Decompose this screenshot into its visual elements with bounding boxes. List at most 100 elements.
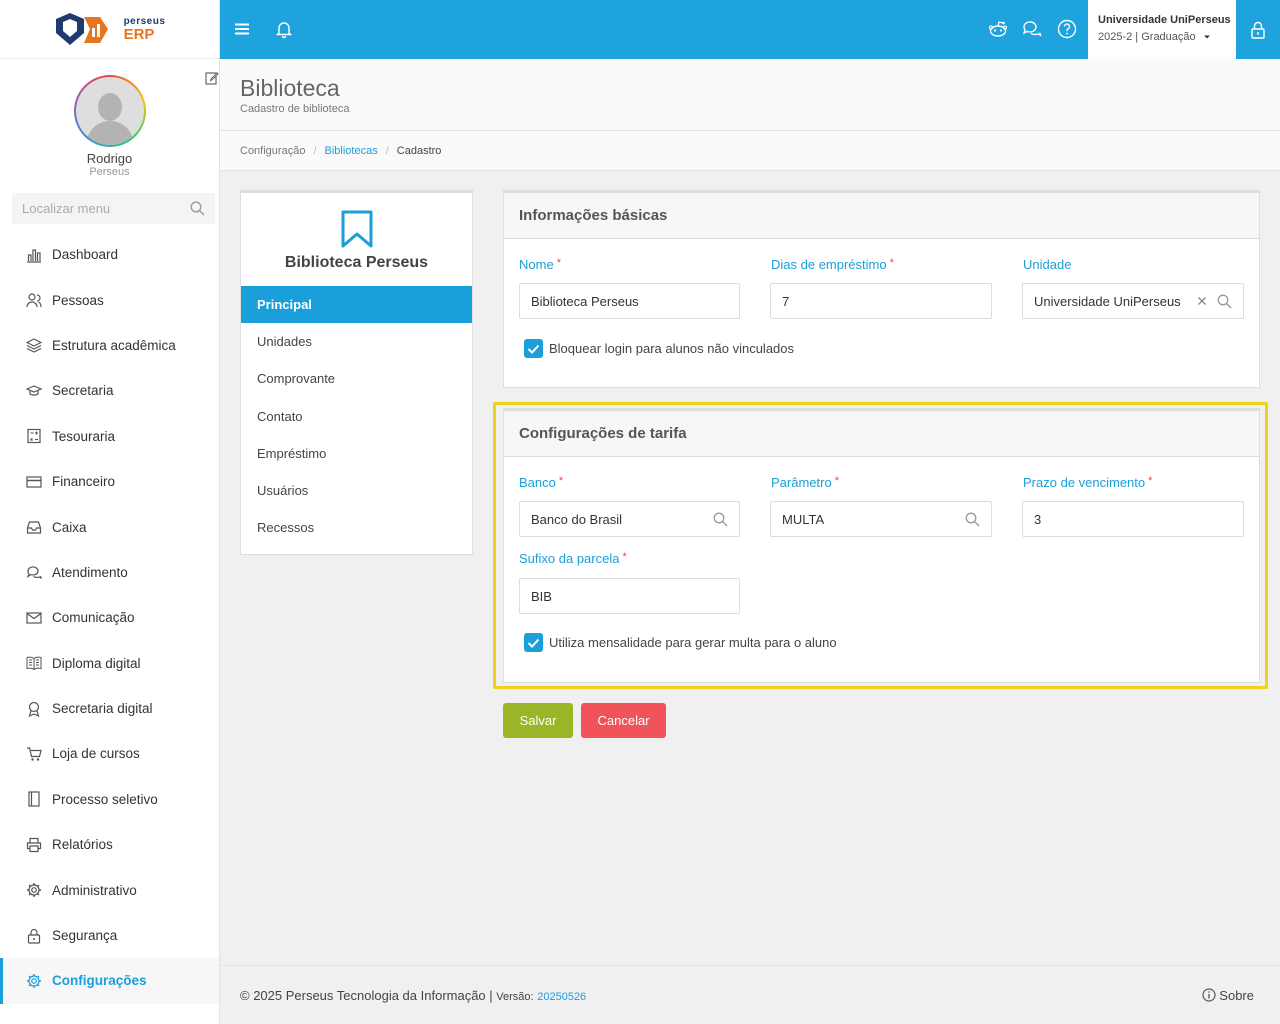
clear-icon[interactable] bbox=[1197, 296, 1207, 306]
dias-value: 7 bbox=[782, 293, 790, 309]
sidebar-item-label: Diploma digital bbox=[52, 655, 141, 671]
menu-search-input[interactable]: Localizar menu bbox=[12, 193, 215, 224]
sidebar-item-label: Atendimento bbox=[52, 564, 128, 580]
sidebar-item-diploma[interactable]: Diploma digital bbox=[0, 641, 219, 686]
sidebar-item-caixa[interactable]: Caixa bbox=[0, 504, 219, 549]
required-mark: * bbox=[622, 551, 627, 563]
user-profile: Rodrigo Perseus bbox=[0, 59, 219, 193]
breadcrumb-bibliotecas[interactable]: Bibliotecas bbox=[325, 145, 378, 157]
calculator-icon bbox=[27, 429, 41, 444]
dias-emprestimo-label: Dias de empréstimo * bbox=[771, 257, 894, 272]
sidebar-item-loja[interactable]: Loja de cursos bbox=[0, 731, 219, 776]
about-link[interactable]: Sobre bbox=[1202, 988, 1254, 1003]
parametro-select[interactable]: MULTA bbox=[770, 501, 992, 537]
bell-icon[interactable] bbox=[274, 19, 294, 39]
search-icon[interactable] bbox=[713, 512, 728, 527]
sidebar-item-financeiro[interactable]: Financeiro bbox=[0, 459, 219, 504]
help-icon[interactable] bbox=[1057, 19, 1077, 39]
tab-emprestimo[interactable]: Empréstimo bbox=[241, 435, 472, 472]
lock-icon bbox=[1251, 21, 1265, 39]
inbox-icon bbox=[26, 521, 42, 534]
hamburger-menu-icon[interactable] bbox=[232, 19, 252, 39]
tab-contato[interactable]: Contato bbox=[241, 398, 472, 435]
banco-label-text: Banco bbox=[519, 475, 556, 490]
sidebar: perseus ERP Rodrigo Perseus Localizar me… bbox=[0, 0, 220, 1024]
sidebar-item-label: Segurança bbox=[52, 928, 118, 944]
sidebar-item-atendimento[interactable]: Atendimento bbox=[0, 550, 219, 595]
lock-button[interactable] bbox=[1236, 0, 1280, 59]
version-link[interactable]: 20250526 bbox=[537, 991, 586, 1003]
bloquear-login-checkbox-row[interactable]: Bloquear login para alunos não vinculado… bbox=[524, 339, 794, 358]
sidebar-item-secretaria[interactable]: Secretaria bbox=[0, 368, 219, 413]
edit-profile-icon[interactable] bbox=[205, 71, 219, 85]
breadcrumb-configuracao[interactable]: Configuração bbox=[240, 145, 305, 157]
sidebar-item-label: Loja de cursos bbox=[52, 746, 140, 762]
sidebar-item-pessoas[interactable]: Pessoas bbox=[0, 277, 219, 322]
unidade-value: Universidade UniPerseus bbox=[1034, 293, 1181, 309]
period-selector[interactable]: 2025-2 | Graduação bbox=[1098, 31, 1236, 43]
sufixo-label-text: Sufixo da parcela bbox=[519, 551, 620, 566]
copyright: © 2025 Perseus Tecnologia da Informação bbox=[240, 987, 486, 1003]
chat-bubbles-icon[interactable] bbox=[1022, 19, 1042, 39]
sidebar-item-tesouraria[interactable]: Tesouraria bbox=[0, 414, 219, 459]
sidebar-item-estrutura[interactable]: Estrutura acadêmica bbox=[0, 323, 219, 368]
mail-icon bbox=[26, 612, 42, 624]
library-card: Biblioteca Perseus Principal Unidades Co… bbox=[240, 190, 473, 555]
sidebar-item-dashboard[interactable]: Dashboard bbox=[0, 232, 219, 277]
reddit-icon[interactable] bbox=[988, 19, 1008, 39]
library-name: Biblioteca Perseus bbox=[284, 254, 429, 271]
required-mark: * bbox=[834, 475, 839, 487]
mensalidade-checkbox[interactable] bbox=[524, 633, 543, 652]
save-button[interactable]: Salvar bbox=[503, 703, 573, 738]
banco-select[interactable]: Banco do Brasil bbox=[519, 501, 740, 537]
tab-comprovante[interactable]: Comprovante bbox=[241, 360, 472, 397]
sidebar-item-label: Dashboard bbox=[52, 247, 119, 263]
sidebar-item-label: Administrativo bbox=[52, 882, 137, 898]
breadcrumb-separator: / bbox=[385, 144, 389, 157]
printer-icon bbox=[26, 837, 42, 852]
profile-subtitle: Perseus bbox=[89, 166, 130, 178]
sidebar-item-relatorios[interactable]: Relatórios bbox=[0, 822, 219, 867]
sufixo-input[interactable]: BIB bbox=[519, 578, 740, 614]
sidebar-item-comunicacao[interactable]: Comunicação bbox=[0, 595, 219, 640]
top-bar: Universidade UniPerseus 2025-2 | Graduaç… bbox=[220, 0, 1280, 59]
nome-input[interactable]: Biblioteca Perseus bbox=[519, 283, 740, 319]
checkmark-icon bbox=[527, 344, 540, 354]
university-selector[interactable]: Universidade UniPerseus 2025-2 | Graduaç… bbox=[1088, 0, 1236, 59]
dias-emprestimo-input[interactable]: 7 bbox=[770, 283, 992, 319]
chevron-down-icon bbox=[1203, 35, 1210, 39]
nome-label: Nome * bbox=[519, 257, 561, 272]
bloquear-login-checkbox[interactable] bbox=[524, 339, 543, 358]
sidebar-item-label: Relatórios bbox=[52, 837, 113, 853]
sidebar-item-configuracoes[interactable]: Configurações bbox=[0, 958, 219, 1004]
tab-principal[interactable]: Principal bbox=[241, 286, 472, 324]
sidebar-item-processo-seletivo[interactable]: Processo seletivo bbox=[0, 777, 219, 822]
profile-name: Rodrigo bbox=[86, 151, 133, 166]
checkmark-icon bbox=[527, 638, 540, 648]
search-icon[interactable] bbox=[965, 512, 980, 527]
page-title: Biblioteca bbox=[240, 75, 340, 101]
unidade-select[interactable]: Universidade UniPerseus bbox=[1022, 283, 1244, 319]
required-mark: * bbox=[889, 257, 894, 269]
sidebar-item-secretaria-digital[interactable]: Secretaria digital bbox=[0, 686, 219, 731]
search-icon[interactable] bbox=[1217, 294, 1232, 309]
tab-recessos[interactable]: Recessos bbox=[241, 509, 472, 546]
app-logo[interactable]: perseus ERP bbox=[54, 11, 166, 47]
sidebar-menu: Dashboard Pessoas Estrutura acadêmica Se… bbox=[0, 232, 219, 1004]
sidebar-item-label: Estrutura acadêmica bbox=[52, 337, 176, 353]
version-label: Versão: bbox=[496, 990, 534, 1003]
graduation-icon bbox=[26, 385, 42, 396]
sidebar-item-label: Secretaria digital bbox=[52, 701, 153, 717]
prazo-input[interactable]: 3 bbox=[1022, 501, 1244, 537]
banco-label: Banco * bbox=[519, 475, 563, 490]
sidebar-item-seguranca[interactable]: Segurança bbox=[0, 913, 219, 958]
mensalidade-checkbox-row[interactable]: Utiliza mensalidade para gerar multa par… bbox=[524, 633, 837, 652]
sufixo-value: BIB bbox=[531, 588, 552, 604]
sidebar-item-administrativo[interactable]: Administrativo bbox=[0, 867, 219, 912]
sidebar-item-label: Financeiro bbox=[52, 474, 116, 490]
avatar[interactable] bbox=[73, 75, 146, 147]
cancel-button[interactable]: Cancelar bbox=[581, 703, 666, 738]
tab-usuarios[interactable]: Usuários bbox=[241, 472, 472, 509]
breadcrumb-cadastro: Cadastro bbox=[396, 144, 442, 157]
tab-unidades[interactable]: Unidades bbox=[241, 323, 472, 360]
